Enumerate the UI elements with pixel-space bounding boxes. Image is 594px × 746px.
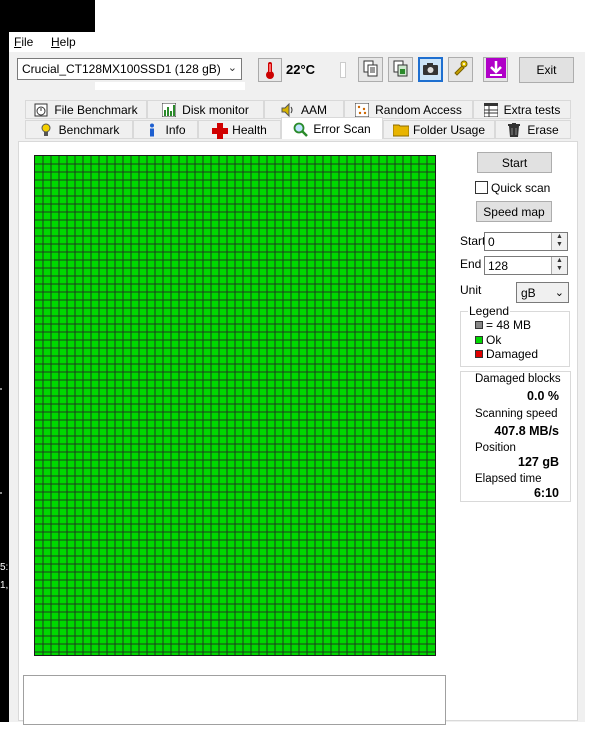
tab-disk-monitor[interactable]: Disk monitor <box>147 100 264 119</box>
table-icon <box>483 102 499 117</box>
position-value: 127 gB <box>518 455 559 469</box>
copy-image-button[interactable] <box>388 57 413 82</box>
drive-select-value: Crucial_CT128MX100SSD1 (128 gB) <box>22 62 221 76</box>
menu-help[interactable]: Help <box>51 35 76 49</box>
quick-scan-checkbox[interactable] <box>475 181 488 194</box>
desktop-mark <box>0 388 2 390</box>
start-scan-button[interactable]: Start <box>477 152 552 173</box>
start-label: Start <box>460 234 486 248</box>
cross-icon <box>212 122 229 139</box>
copy-text-icon <box>362 60 379 80</box>
thermometer-icon <box>258 58 282 82</box>
chevron-down-icon: ⌄ <box>554 287 564 299</box>
elapsed-time-value: 6:10 <box>533 486 559 500</box>
chevron-down-icon: ⌄ <box>227 62 237 74</box>
speed-map-button[interactable]: Speed map <box>476 201 552 222</box>
legend-damaged-swatch <box>475 350 483 358</box>
tab-extra-tests[interactable]: Extra tests <box>473 100 571 119</box>
stopwatch-icon <box>34 103 48 117</box>
camera-icon <box>422 61 439 79</box>
bar-chart-icon <box>161 102 177 117</box>
tab-folder-usage[interactable]: Folder Usage <box>383 120 495 139</box>
bulb-icon <box>39 123 53 137</box>
start-spinbox[interactable]: 0 ▲ ▼ <box>484 232 568 251</box>
options-button[interactable] <box>448 57 473 82</box>
folder-icon <box>392 123 410 137</box>
damaged-blocks-value: 0.0 % <box>527 389 559 403</box>
scan-log[interactable] <box>23 675 446 725</box>
dots-grid-icon <box>354 102 370 117</box>
download-arrow-icon <box>485 58 506 81</box>
drive-select[interactable]: Crucial_CT128MX100SSD1 (128 gB) ⌄ <box>17 58 242 80</box>
tab-benchmark[interactable]: Benchmark <box>25 120 133 139</box>
desktop-background <box>0 0 95 32</box>
end-label: End <box>460 257 482 271</box>
legend-ok-swatch <box>475 336 483 344</box>
exit-button[interactable]: Exit <box>519 57 574 83</box>
desktop-background-left <box>0 32 9 722</box>
quick-scan-label: Quick scan <box>491 181 551 195</box>
desktop-mark <box>0 492 2 494</box>
tab-health[interactable]: Health <box>198 120 281 139</box>
scanning-speed-value: 407.8 MB/s <box>494 424 559 438</box>
elapsed-time-label: Elapsed time <box>475 473 542 485</box>
scan-block-grid <box>34 155 436 656</box>
scan-grid-lines <box>35 156 435 655</box>
copy-text-button[interactable] <box>358 57 383 82</box>
speaker-icon <box>281 102 295 117</box>
scanning-speed-label: Scanning speed <box>475 408 558 420</box>
desktop-date-fragment: 1, <box>0 580 9 591</box>
unit-select[interactable]: gB ⌄ <box>516 282 569 303</box>
toolbar-separator <box>340 62 346 78</box>
tab-file-benchmark[interactable]: File Benchmark <box>25 100 147 119</box>
menu-file[interactable]: File <box>14 35 33 49</box>
save-button[interactable] <box>483 57 508 82</box>
magnifier-icon <box>293 122 309 137</box>
legend-block-swatch <box>475 321 483 329</box>
spin-arrows-icon[interactable]: ▲ ▼ <box>551 233 567 250</box>
legend-block-size: = 48 MB <box>486 318 532 332</box>
legend-ok-label: Ok <box>486 333 502 347</box>
tab-erase[interactable]: Erase <box>495 120 571 139</box>
end-spinbox[interactable]: 128 ▲ ▼ <box>484 256 568 275</box>
info-icon <box>145 123 159 137</box>
legend-damaged-label: Damaged <box>486 347 539 361</box>
trash-icon <box>507 122 521 137</box>
screenshot-button[interactable] <box>418 57 443 82</box>
tab-error-scan[interactable]: Error Scan <box>281 117 383 139</box>
wrench-icon <box>452 59 470 80</box>
temperature-readout: 22°C <box>286 62 316 77</box>
tab-info[interactable]: Info <box>133 120 198 139</box>
position-label: Position <box>475 442 516 454</box>
legend-title: Legend <box>468 304 511 318</box>
copy-image-icon <box>392 60 409 80</box>
spin-arrows-icon[interactable]: ▲ ▼ <box>551 257 567 274</box>
desktop-clock-fragment: 5: <box>0 562 9 573</box>
drive-select-shadow <box>95 82 245 90</box>
menu-bar: File Help <box>9 32 585 52</box>
unit-label: Unit <box>460 283 482 297</box>
damaged-blocks-label: Damaged blocks <box>475 373 561 385</box>
